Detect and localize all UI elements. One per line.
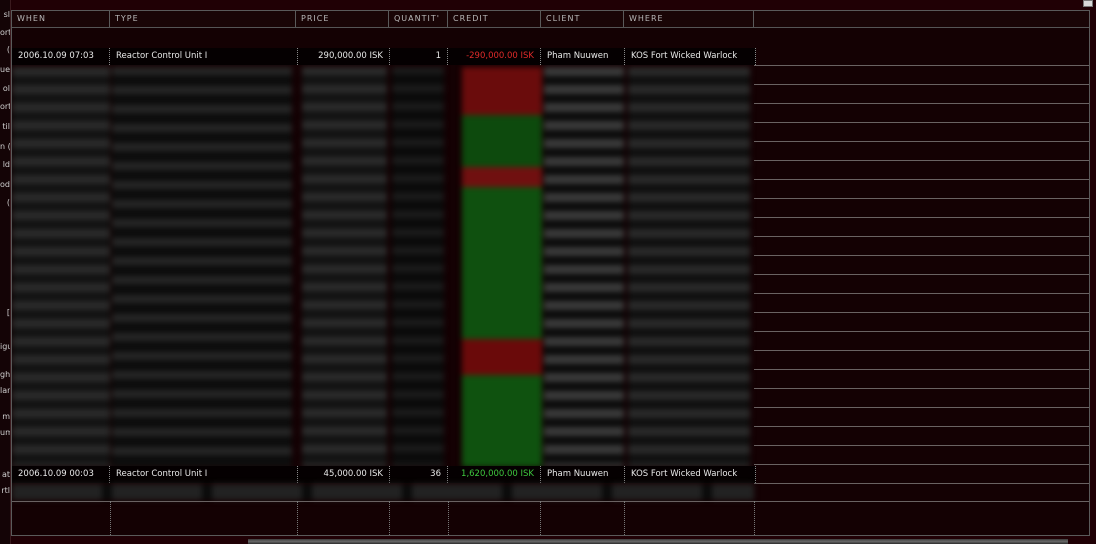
background-text-fragment: lan [0,386,10,395]
grid-line [754,217,1089,218]
background-text-fragment: ort [0,102,10,111]
column-header-client[interactable]: CLIENT [541,11,624,27]
grid-line [754,179,1089,180]
column-header-type[interactable]: TYPE [110,11,296,27]
cell-where: KOS Fort Wicked Warlock [625,48,756,65]
column-header-price[interactable]: PRICE [296,11,389,27]
cell-where: KOS Fort Wicked Warlock [625,466,756,483]
grid-line [754,65,1089,66]
blurred-rows [12,67,754,467]
background-text-fragment: ght [0,370,10,379]
grid-line [754,198,1089,199]
grid-line [754,255,1089,256]
background-window-strip [0,0,11,544]
cell-price: 45,000.00 ISK [298,466,390,483]
grid-line [754,331,1089,332]
grid-line [754,312,1089,313]
cell-client: Pham Nuuwen [541,466,625,483]
background-text-fragment: ( [6,45,10,54]
background-text-fragment: od [0,180,10,189]
background-text-fragment: ( [6,198,10,207]
grid-line [754,407,1089,408]
background-text-fragment: rtl [1,486,10,495]
background-text-fragment: n ( [0,142,10,151]
grid-line [754,236,1089,237]
cell-type: Reactor Control Unit I [110,466,298,483]
column-divider [297,501,299,535]
background-text-fragment: ue [0,65,10,74]
cell-when: 2006.10.09 07:03 [12,48,110,65]
grid-line [754,483,1089,484]
background-text-fragment: til [2,122,10,131]
background-text-fragment: ort [0,28,10,37]
column-divider [624,501,626,535]
column-divider [110,501,112,535]
transaction-journal-window: WHEN TYPE PRICE QUANTIT' CREDIT CLIENT W… [11,10,1090,536]
background-text-fragment: ld [2,160,10,169]
cell-quantity: 1 [390,48,448,65]
blurred-row-partial [12,484,754,500]
grid-line [754,84,1089,85]
taskbar-strip [248,539,1068,544]
cell-type: Reactor Control Unit I [110,48,298,65]
cell-credit: -290,000.00 ISK [448,48,541,65]
column-divider [389,501,391,535]
background-text-fragment: igu [0,342,10,351]
background-text-fragment: m [2,412,10,421]
column-divider [448,501,450,535]
grid-line [754,350,1089,351]
column-header-credit[interactable]: CREDIT [448,11,541,27]
column-divider [754,501,756,535]
background-text-fragment: [ [6,308,10,317]
close-icon[interactable] [1083,0,1093,7]
grid-line [754,369,1089,370]
column-header-when[interactable]: WHEN [12,11,110,27]
cell-client: Pham Nuuwen [541,48,625,65]
table-row[interactable]: 2006.10.09 00:03 Reactor Control Unit I … [12,466,756,483]
column-header-quantity[interactable]: QUANTIT' [389,11,448,27]
grid-line [754,274,1089,275]
grid-line [754,293,1089,294]
cell-quantity: 36 [390,466,448,483]
grid-line [754,103,1089,104]
grid-line [754,141,1089,142]
grid-line [754,388,1089,389]
cell-price: 290,000.00 ISK [298,48,390,65]
background-text-fragment: um [0,428,10,437]
cell-credit: 1,620,000.00 ISK [448,466,541,483]
background-text-fragment: at [1,470,10,479]
column-header-where[interactable]: WHERE [624,11,754,27]
cell-when: 2006.10.09 00:03 [12,466,110,483]
column-divider [540,501,542,535]
grid-line [754,122,1089,123]
background-text-fragment: ol [2,84,10,93]
background-text-fragment: sl [3,10,10,19]
table-row[interactable]: 2006.10.09 07:03 Reactor Control Unit I … [12,48,756,65]
grid-line [754,445,1089,446]
grid-line [754,464,1089,465]
grid-line [754,426,1089,427]
grid-line [754,160,1089,161]
table-header: WHEN TYPE PRICE QUANTIT' CREDIT CLIENT W… [12,11,1089,28]
row-divider [12,501,1089,502]
